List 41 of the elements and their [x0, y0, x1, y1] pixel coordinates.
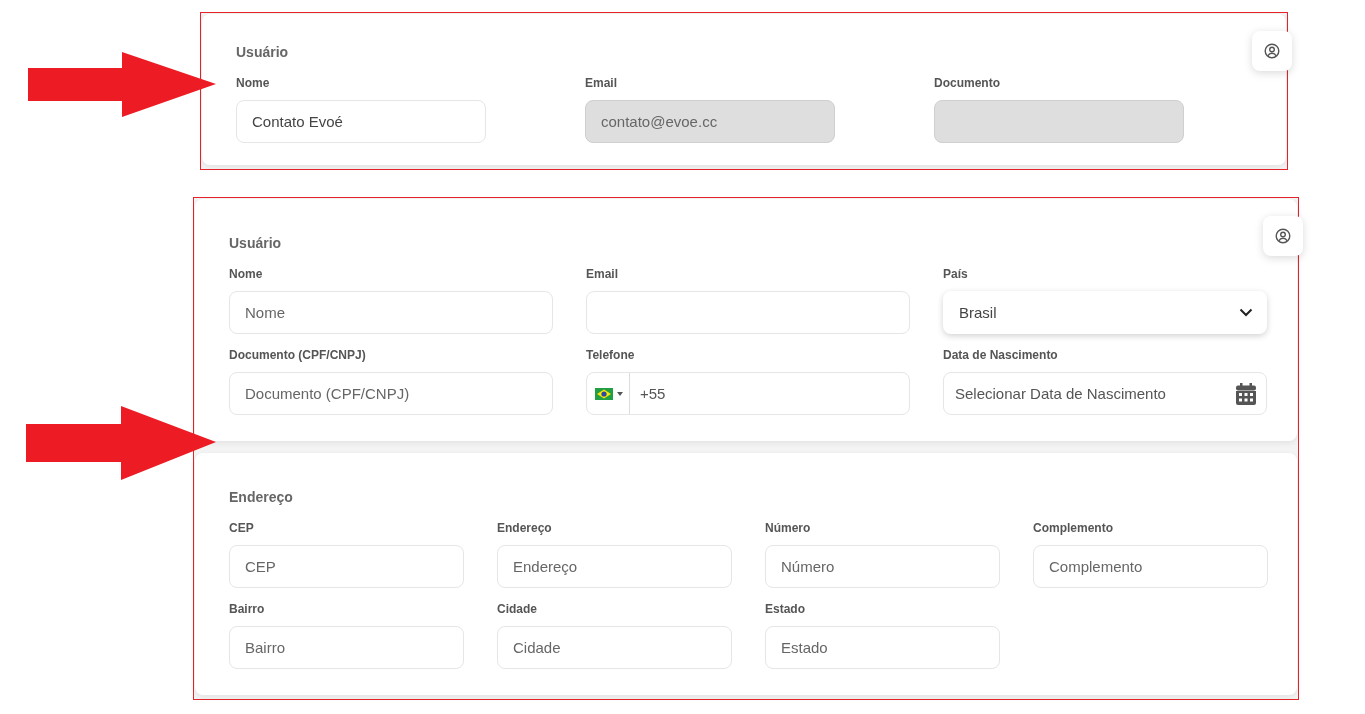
field-label: Complemento [1033, 521, 1114, 535]
caret-icon [617, 391, 623, 396]
input-field[interactable]: Complemento [1033, 545, 1268, 588]
input-field[interactable]: Estado [765, 626, 1000, 669]
chevron-down-icon [1239, 308, 1253, 317]
field-label: Número [765, 521, 812, 535]
calendar-icon [1236, 382, 1256, 405]
user-icon [1264, 43, 1280, 59]
flag-icon [595, 387, 613, 400]
field-label: Data de Nascimento [943, 348, 1059, 362]
field-label: Nome [229, 267, 264, 281]
field-label: CEP [229, 521, 255, 535]
input-field[interactable]: Endereço [497, 545, 732, 588]
field-label: Bairro [229, 602, 266, 616]
input-field[interactable]: Cidade [497, 626, 732, 669]
input-field[interactable]: Bairro [229, 626, 464, 669]
field-label: País [943, 267, 969, 281]
input-field[interactable]: Contato Evoé [236, 100, 486, 143]
section-title: Usuário [236, 44, 290, 60]
field-label: Estado [765, 602, 806, 616]
field-label: Cidade [497, 602, 538, 616]
input-field[interactable]: Número [765, 545, 1000, 588]
input-field[interactable]: CEP [229, 545, 464, 588]
country-select[interactable]: Brasil [943, 291, 1267, 334]
field-label: Documento (CPF/CNPJ) [229, 348, 367, 362]
field-label: Email [585, 76, 618, 90]
section-title: Usuário [229, 235, 283, 251]
profile-button[interactable] [1252, 31, 1292, 71]
field-label: Telefone [586, 348, 636, 362]
input-field[interactable]: Nome [229, 291, 553, 334]
field-label: Documento [934, 76, 1001, 90]
input-field[interactable]: Documento (CPF/CNPJ) [229, 372, 553, 415]
field-label: Endereço [497, 521, 553, 535]
profile-button[interactable] [1263, 216, 1303, 256]
user-icon [1275, 228, 1291, 244]
field-label: Nome [236, 76, 271, 90]
date-field[interactable]: Selecionar Data de Nascimento [943, 372, 1267, 415]
field-label: Email [586, 267, 619, 281]
section-title: Endereço [229, 489, 294, 505]
input-field[interactable] [586, 291, 910, 334]
phone-field[interactable]: +55 [586, 372, 910, 415]
